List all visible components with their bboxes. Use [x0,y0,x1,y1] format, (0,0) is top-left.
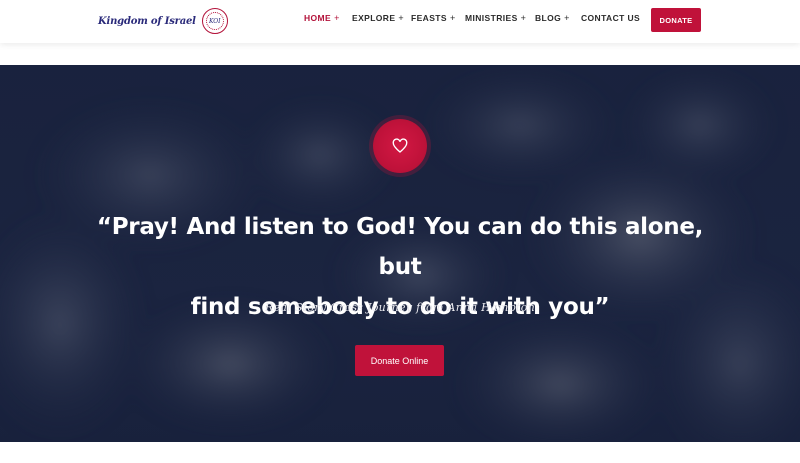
nav-item-label: BLOG [535,13,562,23]
nav-item-label: FEASTS [411,13,447,23]
submenu-plus-icon: + [449,13,456,23]
hero-quote-line-1: “Pray! And listen to God! You can do thi… [96,214,704,280]
submenu-plus-icon: + [520,13,527,23]
nav-item-ministries[interactable]: MINISTRIES + [465,13,526,27]
nav-item-explore[interactable]: EXPLORE + [352,13,404,27]
heart-badge [373,119,427,173]
nav-item-label: MINISTRIES [465,13,518,23]
hero-attribution: Real Story Cross Journey from Anna Hampt… [264,301,536,314]
nav-item-label: HOME [304,13,332,23]
nav-item-contact-us[interactable]: CONTACT US [581,13,640,27]
hero-banner: “Pray! And listen to God! You can do thi… [0,65,800,442]
nav-item-home[interactable]: HOME + [304,13,340,27]
heart-icon [392,138,408,153]
submenu-plus-icon: + [398,13,405,23]
nav-item-feasts[interactable]: FEASTS + [411,13,456,27]
nav-item-blog[interactable]: BLOG + [535,13,570,27]
donate-online-button[interactable]: Donate Online [355,345,444,376]
donate-button[interactable]: DONATE [651,8,701,32]
nav-item-label: EXPLORE [352,13,396,23]
site-header: Kingdom of Israel KOI HOME + EXPLORE + FEA… [0,0,800,43]
nav-item-label: CONTACT US [581,13,641,23]
submenu-plus-icon: + [564,13,570,23]
submenu-plus-icon: + [334,13,340,23]
